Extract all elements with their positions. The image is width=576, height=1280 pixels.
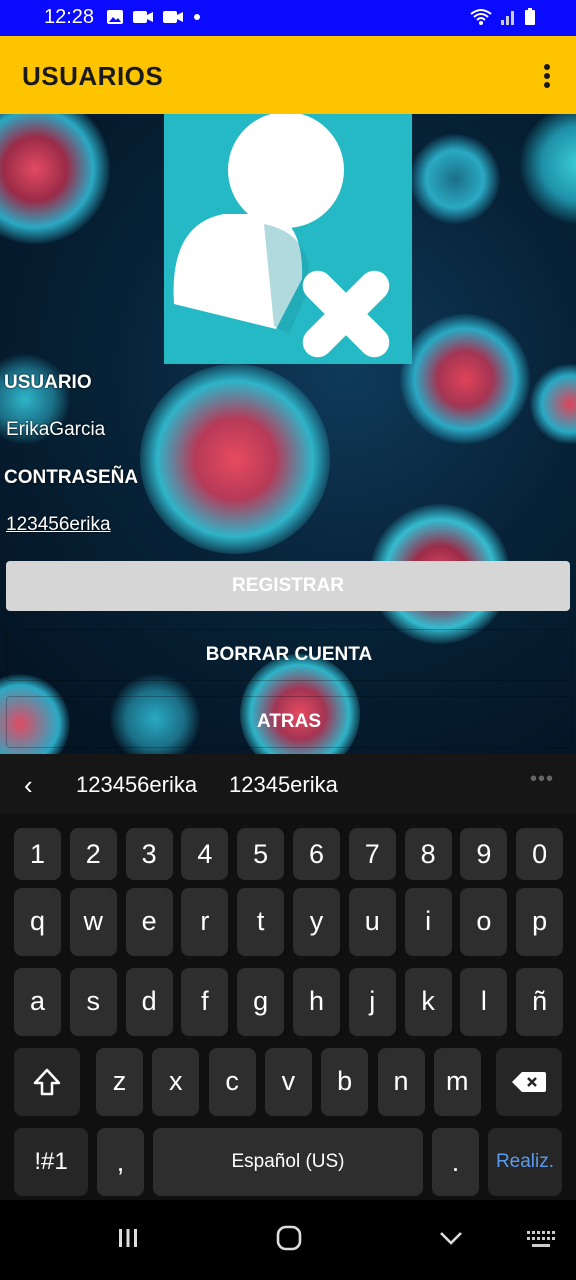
key-1[interactable]: 1 <box>14 828 61 880</box>
shift-icon <box>33 1068 61 1096</box>
key-y[interactable]: y <box>293 888 340 956</box>
key-a[interactable]: a <box>14 968 61 1036</box>
key-j[interactable]: j <box>348 968 396 1036</box>
signal-icon <box>501 11 514 25</box>
user-delete-icon <box>173 114 390 358</box>
back-chevron-icon[interactable] <box>438 1228 464 1248</box>
key-k[interactable]: k <box>404 968 452 1036</box>
key-8[interactable]: 8 <box>404 828 452 880</box>
shift-key[interactable] <box>14 1048 80 1116</box>
backspace-icon <box>512 1072 546 1092</box>
key-ñ[interactable]: ñ <box>516 968 564 1036</box>
virus-decoration <box>520 114 576 224</box>
recents-icon[interactable] <box>116 1226 140 1250</box>
key-f[interactable]: f <box>181 968 229 1036</box>
video-call-icon <box>133 11 153 23</box>
key-r[interactable]: r <box>181 888 229 956</box>
key-5[interactable]: 5 <box>237 828 285 880</box>
home-icon[interactable] <box>275 1224 303 1252</box>
key-m[interactable]: m <box>433 1048 481 1116</box>
key-7[interactable]: 7 <box>348 828 396 880</box>
key-h[interactable]: h <box>293 968 340 1036</box>
backspace-key[interactable] <box>496 1048 562 1116</box>
key-z[interactable]: z <box>96 1048 143 1116</box>
key-q[interactable]: q <box>14 888 61 956</box>
key-t[interactable]: t <box>237 888 285 956</box>
atras-button[interactable]: ATRAS <box>6 696 572 748</box>
virus-decoration <box>530 364 576 444</box>
period-key[interactable]: . <box>432 1128 479 1196</box>
usuario-label: USUARIO <box>4 372 92 393</box>
key-d[interactable]: d <box>125 968 173 1036</box>
key-6[interactable]: 6 <box>293 828 340 880</box>
key-0[interactable]: 0 <box>516 828 564 880</box>
virus-decoration <box>400 314 530 444</box>
suggestion-item[interactable]: 12345erika <box>229 772 338 798</box>
app-bar: USUARIOS <box>0 36 576 114</box>
registrar-button[interactable]: REGISTRAR <box>6 561 570 611</box>
key-n[interactable]: n <box>377 1048 425 1116</box>
suggestion-bar: ‹ 123456erika 12345erika ••• <box>0 754 576 814</box>
key-w[interactable]: w <box>69 888 117 956</box>
key-o[interactable]: o <box>460 888 508 956</box>
gallery-icon <box>107 10 123 24</box>
password-field[interactable]: 123456erika <box>6 514 111 536</box>
key-s[interactable]: s <box>69 968 117 1036</box>
key-x[interactable]: x <box>152 1048 200 1116</box>
password-label: CONTRASEÑA <box>4 467 139 488</box>
virus-decoration <box>0 114 110 244</box>
usuario-field[interactable]: ErikaGarcia <box>6 419 105 441</box>
form-area: USUARIO ErikaGarcia CONTRASEÑA 123456eri… <box>0 114 576 754</box>
virus-decoration <box>410 134 500 224</box>
space-key[interactable]: Español (US) <box>153 1128 423 1196</box>
chevron-left-icon[interactable]: ‹ <box>24 770 33 801</box>
key-2[interactable]: 2 <box>69 828 117 880</box>
key-v[interactable]: v <box>264 1048 312 1116</box>
key-b[interactable]: b <box>321 1048 369 1116</box>
key-p[interactable]: p <box>516 888 564 956</box>
virus-decoration <box>140 364 330 554</box>
status-time: 12:28 <box>44 6 95 28</box>
key-e[interactable]: e <box>125 888 173 956</box>
borrar-cuenta-button[interactable]: BORRAR CUENTA <box>6 629 572 681</box>
more-horiz-icon[interactable]: ••• <box>530 768 554 791</box>
dot-icon <box>194 14 200 20</box>
done-key[interactable]: Realiz. <box>488 1128 562 1196</box>
key-c[interactable]: c <box>208 1048 256 1116</box>
key-9[interactable]: 9 <box>460 828 508 880</box>
key-3[interactable]: 3 <box>125 828 173 880</box>
key-u[interactable]: u <box>348 888 396 956</box>
key-g[interactable]: g <box>237 968 285 1036</box>
comma-key[interactable]: , <box>97 1128 144 1196</box>
suggestion-item[interactable]: 123456erika <box>76 772 197 798</box>
page-title: USUARIOS <box>22 61 164 91</box>
key-4[interactable]: 4 <box>181 828 229 880</box>
battery-icon <box>525 8 535 25</box>
more-vert-icon[interactable] <box>542 63 552 89</box>
wifi-icon <box>470 9 492 25</box>
user-avatar <box>164 114 412 364</box>
keyboard-icon[interactable] <box>526 1230 556 1250</box>
status-bar: 12:28 <box>0 0 576 36</box>
soft-keyboard: ‹ 123456erika 12345erika ••• 1234567890 q… <box>0 754 576 1200</box>
key-i[interactable]: i <box>404 888 452 956</box>
nav-bar <box>0 1200 576 1280</box>
symbols-key[interactable]: !#1 <box>14 1128 88 1196</box>
video-call-icon <box>163 11 183 23</box>
key-l[interactable]: l <box>460 968 508 1036</box>
